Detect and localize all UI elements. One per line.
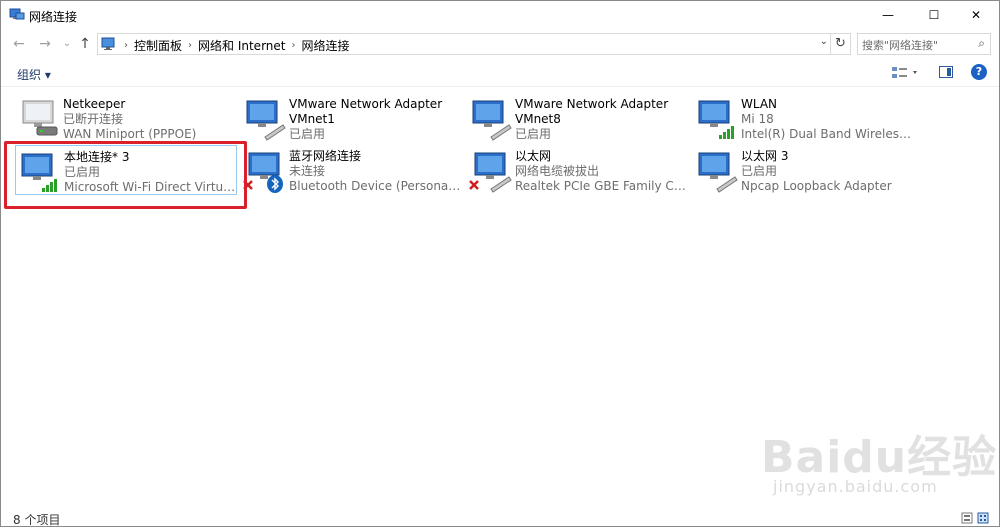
connection-wlan[interactable]: WLAN Mi 18 Intel(R) Dual Band Wireless-A… [693, 93, 913, 143]
window-title: 网络连接 [29, 10, 78, 24]
connection-name: Netkeeper [63, 97, 126, 111]
network-adapter-icon [698, 152, 738, 193]
connection-status: Mi 18 [741, 112, 774, 126]
navigation-bar: ← → ⌄ ↑ › 控制面板 › 网络和 Internet › 网络连接 ⌄ ↻… [1, 29, 999, 59]
organize-menu[interactable]: 组织 ▾ [17, 66, 51, 83]
connection-status: 已启用 [741, 164, 778, 178]
connection-name: WLAN [741, 97, 778, 111]
bluetooth-adapter-icon [243, 152, 283, 193]
connection-status: 已启用 [289, 127, 326, 141]
network-connections-icon [9, 8, 25, 20]
connection-name: 以太网 [515, 149, 552, 163]
connection-status: 网络电缆被拔出 [515, 164, 600, 178]
connection-name: VMware Network Adapter VMnet8 [515, 97, 669, 126]
address-bar[interactable]: › 控制面板 › 网络和 Internet › 网络连接 ⌄ [97, 33, 831, 55]
breadcrumb: › 控制面板 › 网络和 Internet › 网络连接 [124, 37, 350, 54]
search-input[interactable]: 搜索"网络连接" ⌕ [857, 33, 991, 55]
item-count: 8 个项目 [13, 513, 61, 527]
modem-icon [22, 100, 58, 136]
minimize-button[interactable]: — [865, 1, 911, 29]
network-adapter-icon [246, 100, 286, 141]
connection-name: 以太网 3 [741, 149, 789, 163]
connection-ethernet-3[interactable]: 以太网 3 已启用 Npcap Loopback Adapter [693, 145, 913, 195]
help-button[interactable]: ? [971, 64, 987, 80]
up-button[interactable]: ↑ [77, 36, 93, 52]
search-icon[interactable]: ⌕ [978, 36, 985, 51]
annotation-highlight-box [4, 141, 247, 209]
watermark-url: jingyan.baidu.com [773, 477, 938, 496]
connection-device: Realtek PCIe GBE Family Contr... [515, 179, 687, 193]
connection-netkeeper[interactable]: Netkeeper 已断开连接 WAN Miniport (PPPOE) [15, 93, 235, 143]
breadcrumb-network-internet[interactable]: 网络和 Internet [198, 37, 285, 54]
connection-device: Bluetooth Device (Personal Ar... [289, 179, 461, 193]
connection-device: WAN Miniport (PPPOE) [63, 127, 197, 141]
connection-name: VMware Network Adapter VMnet1 [289, 97, 443, 126]
ethernet-disconnected-icon [469, 152, 512, 193]
connection-vmnet8[interactable]: VMware Network Adapter VMnet8 已启用 [467, 93, 687, 143]
breadcrumb-network-connections[interactable]: 网络连接 [301, 37, 349, 54]
connection-ethernet[interactable]: 以太网 网络电缆被拔出 Realtek PCIe GBE Family Cont… [467, 145, 687, 195]
connection-bluetooth[interactable]: 蓝牙网络连接 未连接 Bluetooth Device (Personal Ar… [241, 145, 461, 195]
connection-name: 蓝牙网络连接 [289, 149, 362, 163]
title-bar: 网络连接 — ☐ ✕ [1, 1, 999, 29]
control-panel-icon [101, 37, 115, 50]
connection-status: 未连接 [289, 164, 326, 178]
breadcrumb-control-panel[interactable]: 控制面板 [134, 37, 182, 54]
change-view-icon[interactable] [891, 66, 921, 80]
close-button[interactable]: ✕ [953, 1, 999, 29]
command-bar: 组织 ▾ ? [1, 59, 999, 87]
network-adapter-icon [472, 100, 512, 141]
address-dropdown-icon[interactable]: ⌄ [820, 36, 828, 47]
watermark-brand: Baidu经验 [761, 432, 998, 483]
search-placeholder: 搜索"网络连接" [862, 39, 939, 52]
forward-button[interactable]: → [37, 36, 53, 52]
status-bar: 8 个项目 [1, 509, 999, 527]
wifi-adapter-icon [698, 100, 734, 139]
connection-status: 已断开连接 [63, 112, 124, 126]
back-button[interactable]: ← [11, 36, 27, 52]
baidu-watermark: Baidu经验 jingyan.baidu.com [761, 421, 1000, 511]
recent-locations-dropdown[interactable]: ⌄ [59, 36, 75, 52]
preview-pane-icon[interactable] [939, 66, 953, 78]
view-toggle-icon[interactable] [961, 512, 991, 524]
maximize-button[interactable]: ☐ [911, 1, 957, 29]
connection-device: Intel(R) Dual Band Wireless-AC... [741, 127, 913, 141]
explorer-window: 网络连接 — ☐ ✕ ← → ⌄ ↑ › 控制面板 › 网络和 Internet… [0, 0, 1000, 527]
connection-device: Npcap Loopback Adapter [741, 179, 892, 193]
connection-status: 已启用 [515, 127, 552, 141]
refresh-button[interactable]: ↻ [831, 33, 851, 55]
connection-vmnet1[interactable]: VMware Network Adapter VMnet1 已启用 [241, 93, 461, 143]
